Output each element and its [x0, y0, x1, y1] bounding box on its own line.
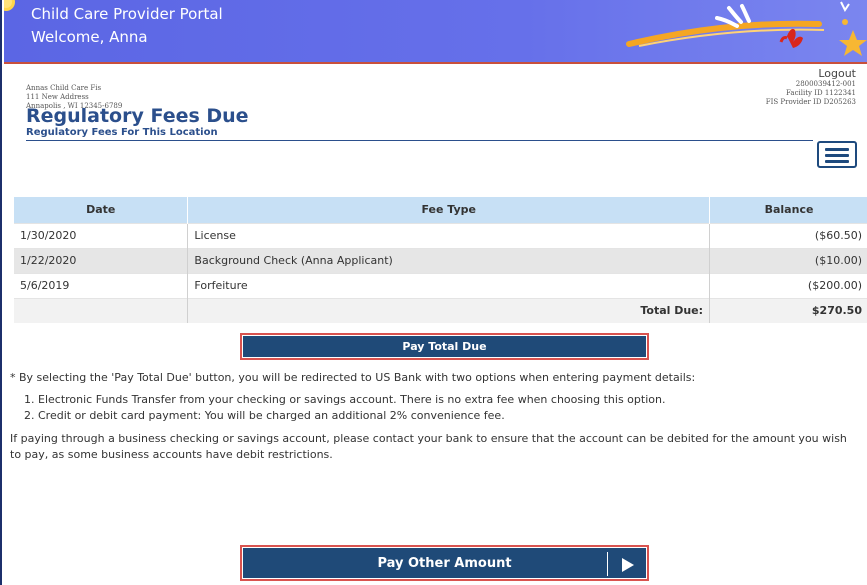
column-header-balance: Balance: [709, 197, 867, 223]
page-title: Regulatory Fees Due: [26, 105, 249, 127]
table-row: 5/6/2019 Forfeiture ($200.00): [14, 272, 867, 298]
provider-address-line1: 111 New Address: [26, 93, 89, 101]
cell-balance: ($60.50): [709, 222, 867, 248]
app-title: Child Care Provider Portal: [31, 5, 223, 23]
welcome-text: Welcome, Anna: [31, 28, 148, 46]
button-divider: [607, 552, 608, 576]
page-subtitle: Regulatory Fees For This Location: [26, 127, 218, 138]
banner-artwork: [626, 1, 867, 56]
cell-balance: ($10.00): [709, 247, 867, 273]
fees-table: Date Fee Type Balance 1/30/2020 License …: [14, 197, 867, 323]
total-label: Total Due:: [187, 297, 711, 323]
account-ids: 2800039412-001 Facility ID 1122341 FIS P…: [766, 80, 856, 107]
hamburger-menu-icon: [825, 160, 849, 163]
total-value: $270.50: [709, 297, 867, 323]
table-row: 1/22/2020 Background Check (Anna Applica…: [14, 247, 867, 273]
logout-link[interactable]: Logout: [818, 67, 856, 80]
cell-date: 1/30/2020: [14, 222, 189, 248]
cell-fee-type: Forfeiture: [187, 272, 711, 298]
cell-fee-type: License: [187, 222, 711, 248]
fis-provider-id: FIS Provider ID D205263: [765, 98, 856, 106]
sun-icon: [4, 0, 15, 11]
payment-option-card: Credit or debit card payment: You will b…: [38, 408, 850, 424]
column-header-date: Date: [14, 197, 189, 223]
column-header-fee-type: Fee Type: [187, 197, 711, 223]
pay-other-highlight: Pay Other Amount: [240, 545, 649, 581]
cell-balance: ($200.00): [709, 272, 867, 298]
hamburger-menu-button[interactable]: [817, 141, 857, 168]
payment-intro-text: * By selecting the 'Pay Total Due' butto…: [10, 371, 696, 384]
business-account-warning: If paying through a business checking or…: [10, 432, 847, 461]
pay-total-due-button[interactable]: Pay Total Due: [243, 336, 646, 357]
pay-other-amount-button[interactable]: Pay Other Amount: [243, 548, 646, 578]
page-frame: Child Care Provider Portal Welcome, Anna…: [0, 0, 867, 585]
table-row: 1/30/2020 License ($60.50): [14, 222, 867, 248]
total-empty-cell: [14, 297, 189, 323]
payment-options-list: Electronic Funds Transfer from your chec…: [38, 392, 850, 424]
pay-total-highlight: Pay Total Due: [240, 333, 649, 360]
provider-name: Annas Child Care Fis: [26, 84, 102, 92]
play-arrow-icon: [622, 558, 634, 572]
payment-notes: * By selecting the 'Pay Total Due' butto…: [10, 370, 850, 463]
cell-date: 5/6/2019: [14, 272, 189, 298]
hamburger-menu-icon: [825, 148, 849, 151]
cell-fee-type: Background Check (Anna Applicant): [187, 247, 711, 273]
total-row: Total Due: $270.50: [14, 297, 867, 323]
cell-date: 1/22/2020: [14, 247, 189, 273]
payment-option-eft: Electronic Funds Transfer from your chec…: [38, 392, 850, 408]
account-number: 2800039412-001: [795, 80, 856, 88]
pay-other-amount-label: Pay Other Amount: [377, 555, 512, 571]
table-header-row: Date Fee Type Balance: [14, 197, 867, 223]
hamburger-menu-icon: [825, 154, 849, 157]
title-divider: [26, 140, 813, 141]
header-banner: Child Care Provider Portal Welcome, Anna: [4, 0, 867, 64]
facility-id: Facility ID 1122341: [786, 89, 856, 97]
